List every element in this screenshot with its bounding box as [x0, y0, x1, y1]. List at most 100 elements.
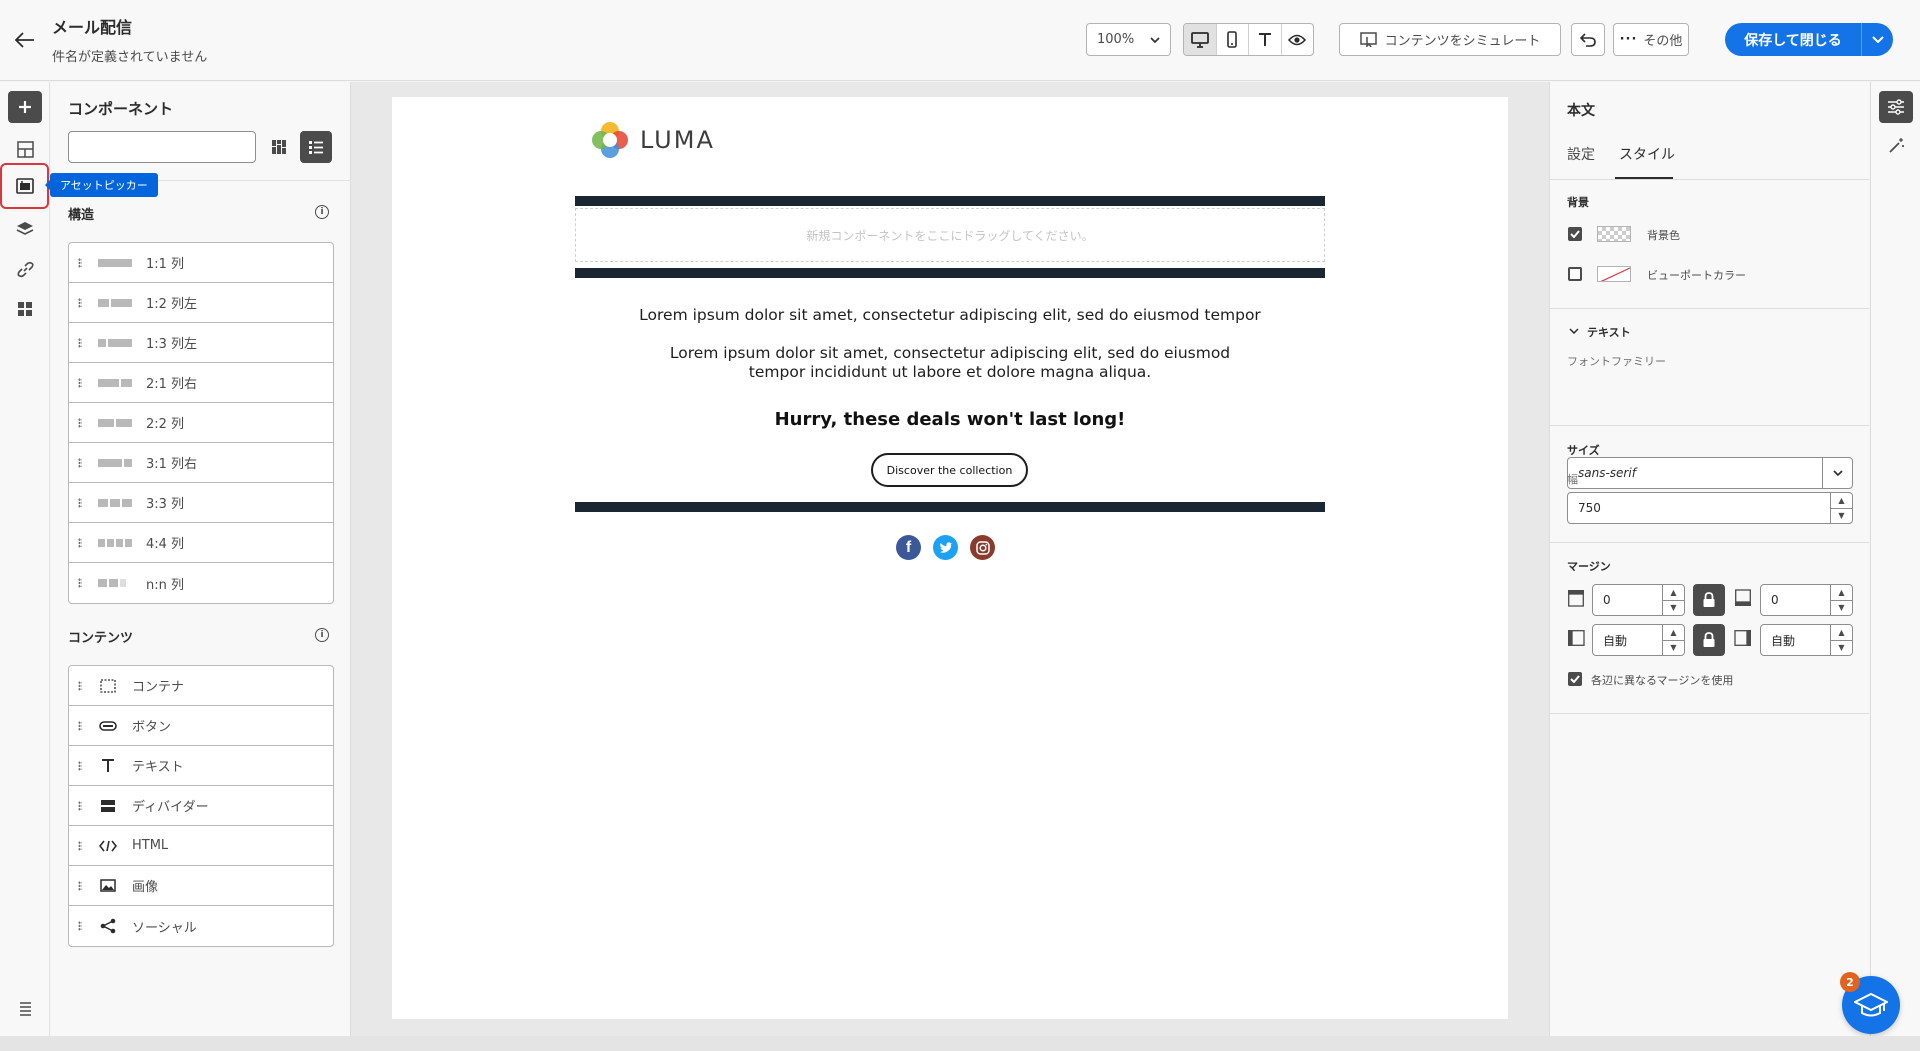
font-family-dropdown[interactable]: [1822, 458, 1852, 488]
chevron-down-icon[interactable]: [1569, 328, 1579, 334]
structure-item-3-1-right[interactable]: 3:1 列右: [69, 443, 333, 483]
apps-button[interactable]: [8, 293, 42, 325]
bg-color-swatch[interactable]: [1597, 226, 1631, 242]
structure-item-1-3-left[interactable]: 1:3 列左: [69, 323, 333, 363]
magic-wand-button[interactable]: [1879, 129, 1913, 161]
twitter-icon[interactable]: [933, 535, 958, 560]
email-paragraph-1[interactable]: Lorem ipsum dolor sit amet, consectetur …: [575, 306, 1325, 325]
margin-left-stepper[interactable]: ▲ ▼: [1662, 625, 1684, 655]
divider-bar-bottom[interactable]: [575, 502, 1325, 512]
discover-collection-button[interactable]: Discover the collection: [871, 453, 1028, 487]
drop-zone[interactable]: 新規コンポーネントをここにドラッグしてください。: [575, 208, 1325, 262]
margin-left-input[interactable]: 自動 ▲ ▼: [1592, 624, 1685, 656]
undo-button[interactable]: [1571, 23, 1605, 56]
info-icon[interactable]: i: [315, 628, 329, 642]
save-and-close-button[interactable]: 保存して閉じる: [1725, 23, 1861, 56]
increment-button[interactable]: ▲: [1663, 625, 1684, 641]
width-input[interactable]: 750 ▲ ▼: [1567, 492, 1853, 524]
more-button[interactable]: ··· その他: [1613, 23, 1689, 56]
luma-logo[interactable]: LUMA: [590, 120, 715, 160]
margin-vertical-lock[interactable]: [1693, 584, 1725, 616]
content-item-text[interactable]: テキスト: [69, 746, 333, 786]
content-item-divider[interactable]: ディバイダー: [69, 786, 333, 826]
layers-button[interactable]: [8, 213, 42, 245]
asset-picker-icon: [15, 178, 34, 194]
text-view-button[interactable]: [1249, 24, 1282, 55]
asset-picker-button[interactable]: [0, 163, 49, 209]
decrement-button[interactable]: ▼: [1663, 641, 1684, 656]
margin-bottom-stepper[interactable]: ▲ ▼: [1830, 585, 1852, 615]
desktop-view-button[interactable]: [1184, 24, 1217, 55]
font-family-select[interactable]: sans-serif: [1567, 457, 1853, 489]
instagram-icon[interactable]: [970, 535, 995, 560]
bg-color-checkbox[interactable]: [1568, 227, 1582, 241]
increment-button[interactable]: ▲: [1831, 585, 1852, 601]
structure-item-1-2-left[interactable]: 1:2 列左: [69, 283, 333, 323]
margin-right-input[interactable]: 自動 ▲ ▼: [1760, 624, 1853, 656]
links-button[interactable]: [8, 253, 42, 285]
asset-picker-tooltip: アセットピッカー: [45, 173, 158, 197]
content-item-social[interactable]: ソーシャル: [69, 906, 333, 946]
email-paragraph-2[interactable]: Lorem ipsum dolor sit amet, consectetur …: [575, 344, 1325, 382]
increment-button[interactable]: ▲: [1831, 493, 1852, 509]
decrement-button[interactable]: ▼: [1831, 601, 1852, 616]
different-margins-checkbox[interactable]: [1568, 672, 1582, 686]
fragments-button[interactable]: [8, 133, 42, 165]
list-view-button[interactable]: [300, 131, 332, 163]
structure-item-label: 2:2 列: [146, 417, 185, 432]
back-button[interactable]: [12, 27, 38, 53]
size-section-title: サイズ: [1567, 444, 1600, 457]
divider-bar-top[interactable]: [575, 196, 1325, 206]
margin-top-stepper[interactable]: ▲ ▼: [1662, 585, 1684, 615]
grid-view-button[interactable]: [267, 135, 291, 159]
decrement-button[interactable]: ▼: [1831, 509, 1852, 524]
simulate-content-button[interactable]: コンテンツをシミュレート: [1339, 23, 1561, 56]
more-label: その他: [1643, 34, 1683, 49]
margin-left-value: 自動: [1603, 633, 1628, 648]
divider-bar-middle[interactable]: [575, 268, 1325, 278]
tab-settings[interactable]: 設定: [1567, 144, 1595, 164]
structure-item-4-4[interactable]: 4:4 列: [69, 523, 333, 563]
drag-handle-icon: [78, 537, 82, 548]
structure-item-label: 1:2 列左: [146, 297, 198, 312]
info-icon[interactable]: i: [315, 205, 329, 219]
save-options-button[interactable]: [1861, 23, 1893, 56]
structure-item-2-1-right[interactable]: 2:1 列右: [69, 363, 333, 403]
decrement-button[interactable]: ▼: [1663, 601, 1684, 616]
components-title: コンポーネント: [68, 100, 174, 118]
properties-toggle-button[interactable]: [1879, 91, 1913, 123]
search-input[interactable]: [85, 139, 255, 155]
add-component-button[interactable]: [8, 91, 42, 123]
increment-button[interactable]: ▲: [1831, 625, 1852, 641]
checkmark-icon: [1570, 675, 1580, 683]
viewport-color-checkbox[interactable]: [1568, 267, 1582, 281]
margin-right-stepper[interactable]: ▲ ▼: [1830, 625, 1852, 655]
content-item-image[interactable]: 画像: [69, 866, 333, 906]
column-layout-icon: [98, 338, 132, 347]
facebook-icon[interactable]: f: [896, 535, 921, 560]
viewport-color-swatch[interactable]: [1597, 266, 1631, 282]
structure-item-1-1[interactable]: 1:1 列: [69, 243, 333, 283]
content-item-html[interactable]: HTML: [69, 826, 333, 866]
structure-item-2-2[interactable]: 2:2 列: [69, 403, 333, 443]
structure-item-3-3[interactable]: 3:3 列: [69, 483, 333, 523]
drag-handle-icon: [78, 840, 82, 851]
bottom-strip: [0, 1036, 1920, 1051]
component-search[interactable]: [68, 131, 256, 163]
tab-style[interactable]: スタイル: [1619, 144, 1675, 164]
zoom-select[interactable]: 100%: [1086, 23, 1171, 56]
content-item-button[interactable]: ボタン: [69, 706, 333, 746]
content-item-container[interactable]: コンテナ: [69, 666, 333, 706]
margin-bottom-input[interactable]: 0 ▲ ▼: [1760, 584, 1853, 616]
layer-stack-button[interactable]: [8, 992, 42, 1024]
structure-item-n-n[interactable]: n:n 列: [69, 563, 333, 603]
preview-button[interactable]: [1282, 24, 1314, 55]
width-stepper[interactable]: ▲ ▼: [1830, 493, 1852, 523]
mobile-view-button[interactable]: [1217, 24, 1249, 55]
decrement-button[interactable]: ▼: [1831, 641, 1852, 656]
notification-badge: 2: [1840, 972, 1860, 992]
increment-button[interactable]: ▲: [1663, 585, 1684, 601]
margin-top-input[interactable]: 0 ▲ ▼: [1592, 584, 1685, 616]
email-headline[interactable]: Hurry, these deals won't last long!: [575, 409, 1325, 430]
margin-horizontal-lock[interactable]: [1693, 624, 1725, 656]
